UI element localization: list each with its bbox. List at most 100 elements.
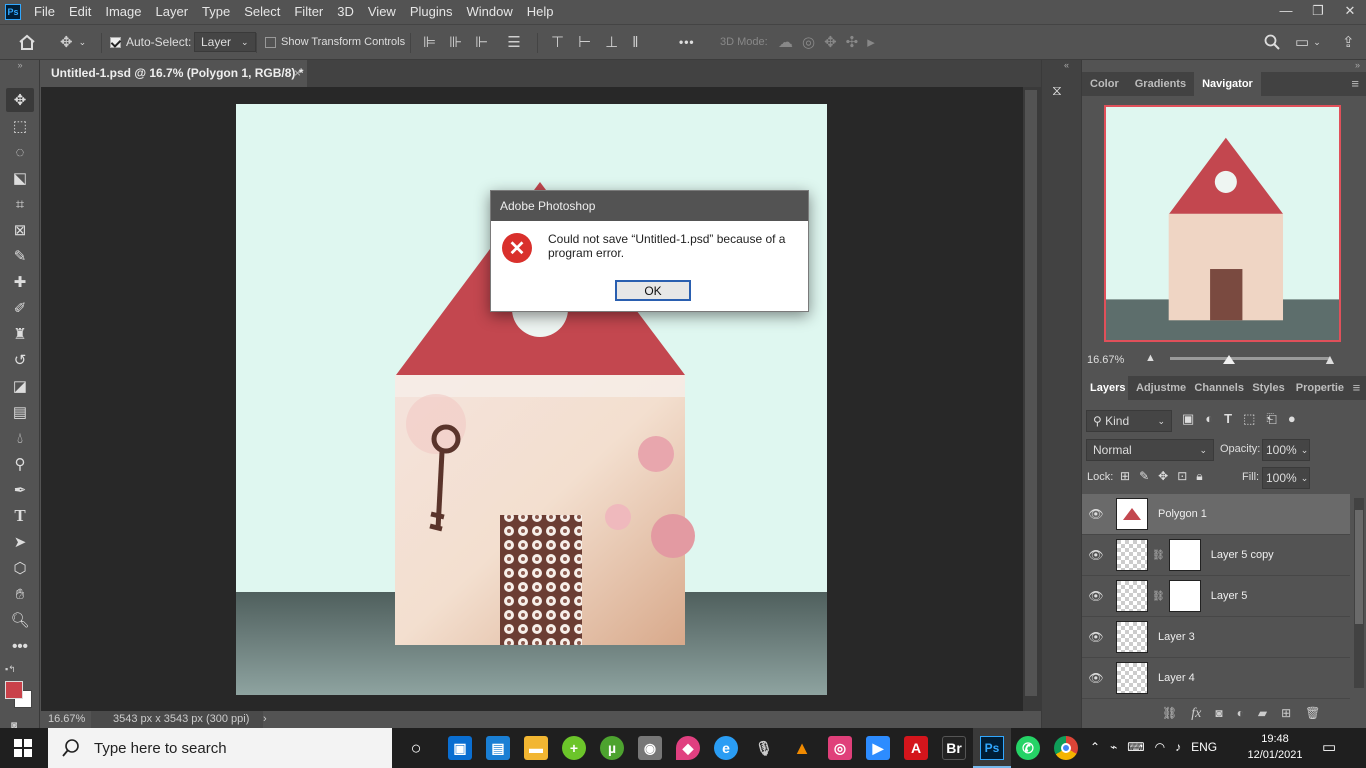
workspace-icon[interactable]: ▭ ⌄: [1295, 31, 1321, 53]
volume-icon[interactable]: ♪: [1175, 740, 1181, 754]
podcast-icon[interactable]: 🎙︎: [752, 736, 776, 760]
windows-start-icon[interactable]: [14, 739, 32, 760]
canvas-scrollbar[interactable]: [1023, 87, 1041, 711]
photoshop-taskbar-button[interactable]: Ps: [973, 728, 1011, 768]
navigator-zoom-slider[interactable]: [1170, 355, 1330, 364]
opacity-field[interactable]: 100% ⌄: [1262, 439, 1310, 461]
slider-thumb[interactable]: [1223, 355, 1236, 364]
acrobat-icon[interactable]: A: [904, 736, 928, 760]
move-tool-preset-icon[interactable]: ✥ ⌄: [60, 31, 86, 53]
bridge-icon[interactable]: Br: [942, 736, 966, 760]
minimize-button[interactable]: —: [1270, 0, 1302, 24]
path-selection-tool-icon[interactable]: ➤: [6, 530, 34, 554]
foreground-color-swatch[interactable]: [5, 681, 23, 699]
paint-icon[interactable]: ◆: [676, 736, 700, 760]
home-icon[interactable]: [18, 31, 36, 53]
zoom-out-icon[interactable]: ▲: [1145, 352, 1156, 364]
healing-brush-tool-icon[interactable]: ✚: [6, 270, 34, 294]
distribute-vertical-icon[interactable]: ‖: [632, 34, 638, 51]
menu-plugins[interactable]: Plugins: [403, 0, 460, 24]
brush-tool-icon[interactable]: ✐: [6, 296, 34, 320]
filter-pixel-icon[interactable]: ▣: [1182, 411, 1194, 427]
panel-menu-icon[interactable]: ≡: [1343, 72, 1366, 96]
zoom-icon[interactable]: ▶: [866, 736, 890, 760]
add-mask-icon[interactable]: ◙: [1215, 706, 1222, 722]
lock-artboard-icon[interactable]: ⊡: [1177, 469, 1187, 484]
chevron-up-icon[interactable]: ⌃: [1090, 740, 1100, 754]
crop-tool-icon[interactable]: ⌗: [6, 192, 34, 216]
align-right-icon[interactable]: ⊩: [475, 33, 488, 51]
layer-row-layer-5-copy[interactable]: 👁︎ ⛓ Layer 5 copy: [1082, 535, 1350, 576]
creative-icon[interactable]: ◎: [828, 736, 852, 760]
distribute-icon[interactable]: ☰: [507, 33, 520, 51]
news-icon[interactable]: ▤: [486, 736, 510, 760]
menu-view[interactable]: View: [361, 0, 403, 24]
edge-icon[interactable]: e: [714, 736, 738, 760]
restore-button[interactable]: ❐: [1302, 0, 1334, 24]
new-group-folder-icon[interactable]: ▰: [1258, 706, 1267, 722]
camera-icon[interactable]: ◉: [638, 736, 662, 760]
show-transform-controls-checkbox[interactable]: Show Transform Controls: [265, 31, 405, 53]
mask-link-icon[interactable]: ⛓: [1152, 550, 1165, 561]
tab-layers[interactable]: Layers: [1082, 376, 1129, 400]
lock-position-icon[interactable]: ✥: [1158, 469, 1168, 484]
clone-stamp-tool-icon[interactable]: ♜: [6, 322, 34, 346]
visibility-eye-icon[interactable]: 👁︎: [1082, 507, 1110, 521]
history-panel-icon[interactable]: ⧖: [1052, 82, 1074, 104]
visibility-eye-icon[interactable]: 👁︎: [1082, 589, 1110, 603]
filter-smart-object-icon[interactable]: ⎗: [1266, 411, 1276, 427]
slide-icon[interactable]: ✣: [846, 33, 859, 51]
mask-link-icon[interactable]: ⛓: [1152, 591, 1165, 602]
menu-filter[interactable]: Filter: [287, 0, 330, 24]
layer-row-layer-3[interactable]: 👁︎ Layer 3: [1082, 617, 1350, 658]
cortana-icon[interactable]: ○: [404, 736, 428, 760]
wifi-icon[interactable]: ◠: [1155, 740, 1165, 754]
zoom-level[interactable]: 16.67%: [48, 711, 85, 728]
tab-navigator[interactable]: Navigator: [1194, 72, 1261, 96]
visibility-eye-icon[interactable]: 👁︎: [1082, 548, 1110, 562]
zoom-tool-icon[interactable]: 🔍︎: [6, 608, 34, 632]
layer-row-polygon-1[interactable]: 👁︎ Polygon 1: [1082, 494, 1350, 535]
store-icon[interactable]: ▣: [448, 736, 472, 760]
default-colors-icon[interactable]: ▪↰: [5, 664, 16, 675]
lock-all-icon[interactable]: 🔒︎: [1196, 469, 1202, 484]
utorrent-icon[interactable]: µ: [600, 736, 624, 760]
navigator-preview[interactable]: [1104, 105, 1341, 342]
menu-file[interactable]: File: [27, 0, 62, 24]
tab-gradients[interactable]: Gradients: [1127, 72, 1194, 96]
new-layer-icon[interactable]: ⊞: [1281, 706, 1291, 722]
align-top-icon[interactable]: ⊤: [551, 33, 564, 51]
auto-select-target-dropdown[interactable]: Layer ⌄: [194, 31, 256, 53]
close-tab-icon[interactable]: ×: [294, 60, 301, 87]
delete-layer-trash-icon[interactable]: 🗑︎: [1305, 706, 1320, 722]
navigator-zoom-value[interactable]: 16.67%: [1087, 354, 1124, 366]
share-icon[interactable]: ⇪: [1342, 31, 1355, 53]
align-bottom-icon[interactable]: ⊥: [605, 33, 618, 51]
explorer-icon[interactable]: ▬: [524, 736, 548, 760]
link-layers-icon[interactable]: ⛓: [1162, 706, 1177, 722]
document-tab[interactable]: Untitled-1.psd @ 16.7% (Polygon 1, RGB/8…: [41, 60, 307, 87]
zoom-in-icon[interactable]: ▲: [1323, 351, 1337, 367]
language-indicator[interactable]: ENG: [1191, 740, 1217, 754]
layer-row-layer-4[interactable]: 👁︎ Layer 4: [1082, 658, 1350, 699]
status-menu-arrow-icon[interactable]: ›: [263, 711, 267, 728]
auto-select-checkbox[interactable]: Auto-Select:: [110, 31, 191, 53]
taskbar-search-box[interactable]: Type here to search: [48, 728, 392, 768]
move-tool-icon[interactable]: ✥: [6, 88, 34, 112]
lock-pixels-icon[interactable]: ✎: [1139, 469, 1149, 484]
blur-tool-icon[interactable]: 💧︎: [6, 426, 34, 450]
menu-window[interactable]: Window: [459, 0, 519, 24]
menu-image[interactable]: Image: [98, 0, 148, 24]
hand-tool-icon[interactable]: ✋︎: [6, 582, 34, 606]
plus-icon[interactable]: +: [562, 736, 586, 760]
align-middle-icon[interactable]: ⊢: [578, 33, 591, 51]
frame-tool-icon[interactable]: ⊠: [6, 218, 34, 242]
blend-mode-dropdown[interactable]: Normal ⌄: [1086, 439, 1214, 461]
align-left-icon[interactable]: ⊫: [423, 33, 436, 51]
align-center-icon[interactable]: ⊪: [449, 33, 462, 51]
lasso-tool-icon[interactable]: ◌: [6, 140, 34, 164]
ok-button[interactable]: OK: [615, 280, 691, 301]
menu-layer[interactable]: Layer: [149, 0, 196, 24]
edit-toolbar-icon[interactable]: •••: [6, 634, 34, 658]
menu-help[interactable]: Help: [520, 0, 561, 24]
